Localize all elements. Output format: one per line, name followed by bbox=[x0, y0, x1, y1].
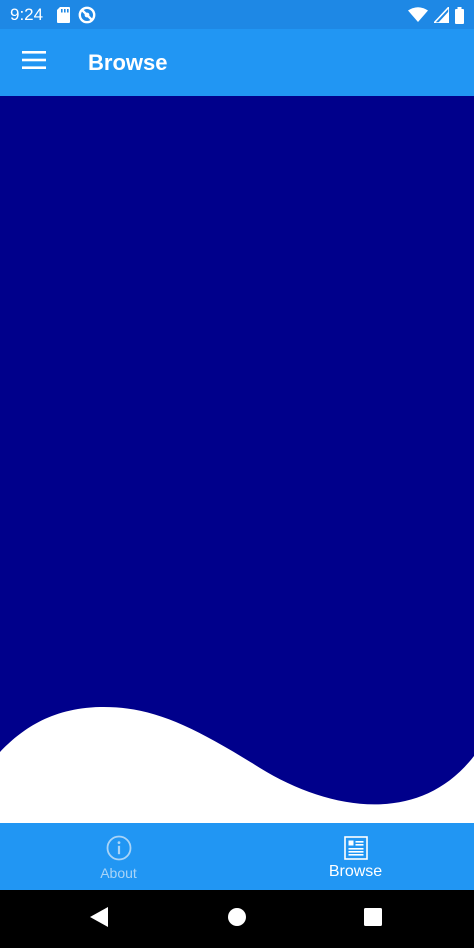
list-icon bbox=[343, 835, 369, 861]
recents-button[interactable] bbox=[361, 907, 385, 931]
wave-shape bbox=[0, 96, 474, 805]
tab-browse[interactable]: Browse bbox=[237, 823, 474, 890]
recents-icon bbox=[363, 907, 383, 932]
screen: 9:24 Browse About Browse bbox=[0, 0, 474, 948]
page-title: Browse bbox=[88, 50, 168, 75]
do-not-disturb-icon bbox=[78, 6, 96, 24]
back-icon bbox=[89, 906, 109, 933]
back-button[interactable] bbox=[87, 906, 111, 933]
bottom-tab-bar: About Browse bbox=[0, 823, 474, 890]
hamburger-menu-icon bbox=[22, 50, 46, 74]
wave-canvas bbox=[0, 96, 474, 805]
home-icon bbox=[227, 907, 247, 932]
tab-about[interactable]: About bbox=[0, 823, 237, 890]
wifi-icon bbox=[408, 7, 428, 23]
tab-browse-label: Browse bbox=[328, 863, 383, 880]
status-time: 9:24 bbox=[10, 5, 44, 24]
signal-icon bbox=[434, 7, 449, 23]
status-left-icons bbox=[57, 5, 96, 25]
status-bar: 9:24 bbox=[0, 0, 474, 29]
battery-icon bbox=[455, 6, 464, 24]
app-bar: Browse bbox=[0, 29, 474, 96]
home-button[interactable] bbox=[225, 907, 249, 931]
sd-card-icon bbox=[57, 7, 70, 23]
tab-about-label: About bbox=[100, 865, 137, 881]
system-navigation-bar bbox=[0, 890, 474, 948]
status-right-icons bbox=[408, 5, 464, 25]
content-area bbox=[0, 96, 474, 823]
info-icon bbox=[106, 835, 132, 861]
menu-button[interactable] bbox=[14, 42, 54, 82]
